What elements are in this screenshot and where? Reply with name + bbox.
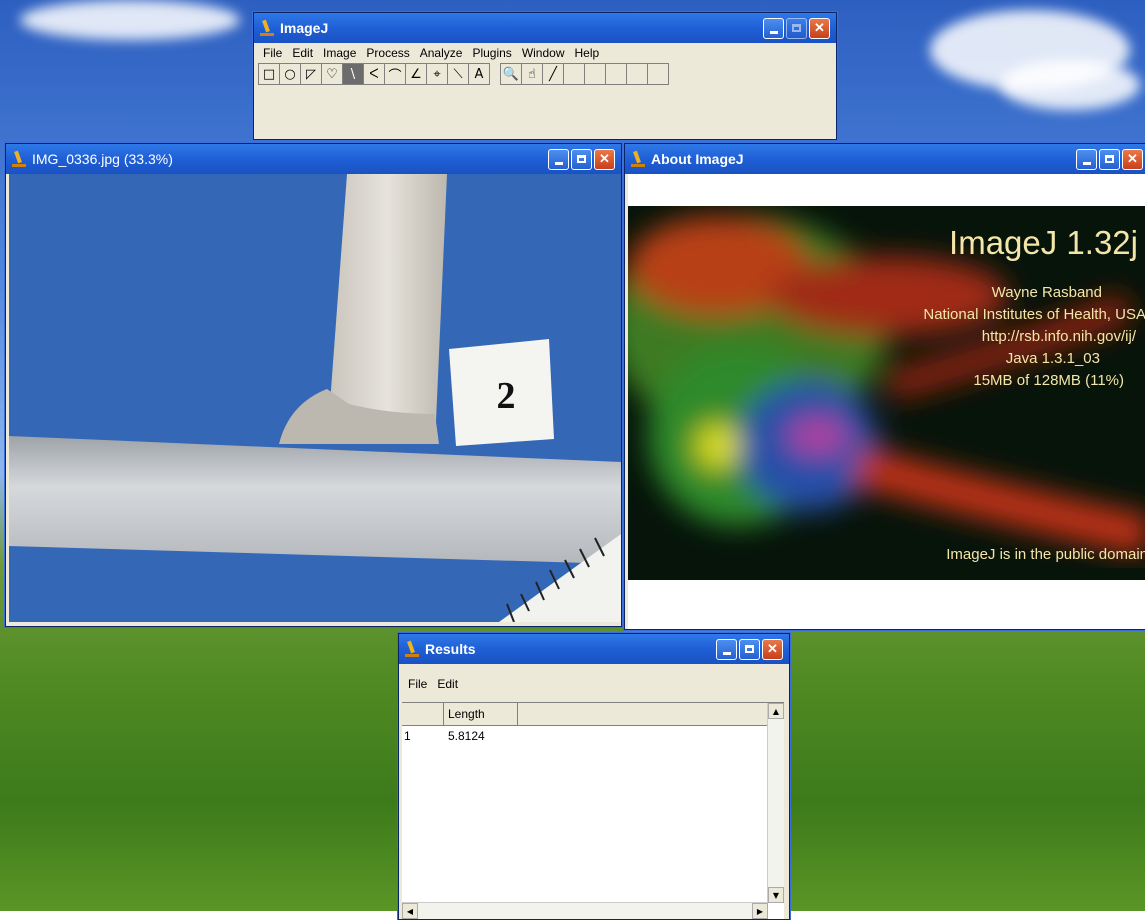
image-canvas[interactable]: 2 bbox=[9, 174, 621, 622]
photo-weld-joint: 2 bbox=[9, 174, 621, 622]
minimize-button[interactable] bbox=[763, 17, 784, 39]
straight-line-tool-icon[interactable]: \ bbox=[342, 63, 364, 85]
menu-edit[interactable]: Edit bbox=[287, 45, 318, 61]
close-button[interactable]: ✕ bbox=[762, 638, 783, 660]
column-header-length[interactable]: Length bbox=[444, 703, 518, 725]
polygon-tool-icon[interactable]: ◸ bbox=[300, 63, 322, 85]
freehand-tool-icon[interactable]: ♡ bbox=[321, 63, 343, 85]
close-button[interactable]: ✕ bbox=[809, 17, 830, 39]
minimize-button[interactable] bbox=[548, 148, 569, 170]
imagej-title: ImageJ bbox=[280, 20, 329, 36]
vertical-scrollbar[interactable]: ▲ ▼ bbox=[767, 703, 784, 903]
empty-tool-slot-icon[interactable] bbox=[605, 63, 627, 85]
dropper-tool-icon[interactable]: ╱ bbox=[542, 63, 564, 85]
about-institution: National Institutes of Health, USA bbox=[923, 306, 1145, 323]
oval-tool-icon[interactable]: ○ bbox=[279, 63, 301, 85]
menu-analyze[interactable]: Analyze bbox=[415, 45, 468, 61]
imagej-menubar: File Edit Image Process Analyze Plugins … bbox=[254, 43, 836, 63]
menu-plugins[interactable]: Plugins bbox=[467, 45, 516, 61]
empty-tool-slot-icon[interactable] bbox=[584, 63, 606, 85]
rectangle-tool-icon[interactable]: □ bbox=[258, 63, 280, 85]
about-heading: ImageJ 1.32j bbox=[949, 224, 1138, 261]
imagej-toolbar: □ ○ ◸ ♡ \ ᐸ ⌒ ∠ ⌖ ⟍ A 🔍 ☝ ╱ bbox=[254, 63, 836, 85]
image-window: IMG_0336.jpg (33.3%) ✕ 2 bbox=[5, 143, 622, 627]
scroll-up-arrow-icon[interactable]: ▲ bbox=[768, 703, 784, 719]
close-button[interactable]: ✕ bbox=[1122, 148, 1143, 170]
about-window: About ImageJ ✕ ImageJ 1.32j Wayne Rasban… bbox=[624, 143, 1145, 630]
results-menubar: File Edit bbox=[399, 674, 789, 694]
minimize-button[interactable] bbox=[716, 638, 737, 660]
menu-process[interactable]: Process bbox=[361, 45, 414, 61]
magnifier-tool-icon[interactable]: 🔍 bbox=[500, 63, 522, 85]
column-header-index[interactable] bbox=[402, 703, 444, 725]
close-button[interactable]: ✕ bbox=[594, 148, 615, 170]
row-index: 1 bbox=[404, 729, 411, 743]
menu-file[interactable]: File bbox=[258, 45, 287, 61]
about-footer: ImageJ is in the public domain bbox=[946, 546, 1145, 563]
empty-tool-slot-icon[interactable] bbox=[626, 63, 648, 85]
cell-fluorescence-image bbox=[628, 206, 1145, 580]
empty-tool-slot-icon[interactable] bbox=[563, 63, 585, 85]
results-window: Results ✕ File Edit Length 1 5.8124 ▲ ▼ … bbox=[398, 633, 790, 920]
scroll-left-arrow-icon[interactable]: ◀ bbox=[402, 903, 418, 919]
about-title: About ImageJ bbox=[651, 151, 744, 167]
segmented-line-tool-icon[interactable]: ᐸ bbox=[363, 63, 385, 85]
maximize-button[interactable] bbox=[739, 638, 760, 660]
menu-image[interactable]: Image bbox=[318, 45, 361, 61]
image-window-titlebar[interactable]: IMG_0336.jpg (33.3%) ✕ bbox=[6, 144, 621, 174]
imagej-app-icon bbox=[12, 151, 26, 167]
imagej-app-icon bbox=[631, 151, 645, 167]
row-length-value: 5.8124 bbox=[448, 729, 485, 743]
about-titlebar[interactable]: About ImageJ ✕ bbox=[625, 144, 1145, 174]
point-tool-icon[interactable]: ⌖ bbox=[426, 63, 448, 85]
results-table-header: Length bbox=[402, 703, 784, 726]
about-body: ImageJ 1.32j Wayne Rasband National Inst… bbox=[628, 174, 1145, 629]
menu-help[interactable]: Help bbox=[570, 45, 605, 61]
imagej-app-icon bbox=[405, 641, 419, 657]
maximize-button[interactable] bbox=[571, 148, 592, 170]
menu-window[interactable]: Window bbox=[517, 45, 570, 61]
imagej-titlebar[interactable]: ImageJ ✕ bbox=[254, 13, 836, 43]
wand-tool-icon[interactable]: ⟍ bbox=[447, 63, 469, 85]
imagej-main-window: ImageJ ✕ File Edit Image Process Analyze… bbox=[253, 12, 837, 140]
results-titlebar[interactable]: Results ✕ bbox=[399, 634, 789, 664]
freehand-line-tool-icon[interactable]: ⌒ bbox=[384, 63, 406, 85]
results-title: Results bbox=[425, 641, 476, 657]
text-tool-icon[interactable]: A bbox=[468, 63, 490, 85]
empty-tool-slot-icon[interactable] bbox=[647, 63, 669, 85]
angle-tool-icon[interactable]: ∠ bbox=[405, 63, 427, 85]
minimize-button[interactable] bbox=[1076, 148, 1097, 170]
maximize-button[interactable] bbox=[1099, 148, 1120, 170]
results-menu-edit[interactable]: Edit bbox=[432, 676, 463, 692]
table-row[interactable]: 1 5.8124 bbox=[402, 726, 784, 746]
scroll-right-arrow-icon[interactable]: ▶ bbox=[752, 903, 768, 919]
maximize-button bbox=[786, 17, 807, 39]
about-url: http://rsb.info.nih.gov/ij/ bbox=[981, 328, 1136, 345]
hand-tool-icon[interactable]: ☝ bbox=[521, 63, 543, 85]
about-splash-image: ImageJ 1.32j Wayne Rasband National Inst… bbox=[628, 206, 1145, 580]
about-memory: 15MB of 128MB (11%) bbox=[973, 372, 1124, 389]
about-author: Wayne Rasband bbox=[991, 284, 1102, 301]
scroll-down-arrow-icon[interactable]: ▼ bbox=[768, 887, 784, 903]
results-menu-file[interactable]: File bbox=[403, 676, 432, 692]
about-java-version: Java 1.3.1_03 bbox=[1005, 350, 1100, 367]
image-window-title: IMG_0336.jpg (33.3%) bbox=[32, 151, 173, 167]
imagej-app-icon bbox=[260, 20, 274, 36]
results-table[interactable]: Length 1 5.8124 ▲ ▼ ◀ ▶ bbox=[402, 702, 784, 919]
label-card-number: 2 bbox=[497, 375, 516, 417]
